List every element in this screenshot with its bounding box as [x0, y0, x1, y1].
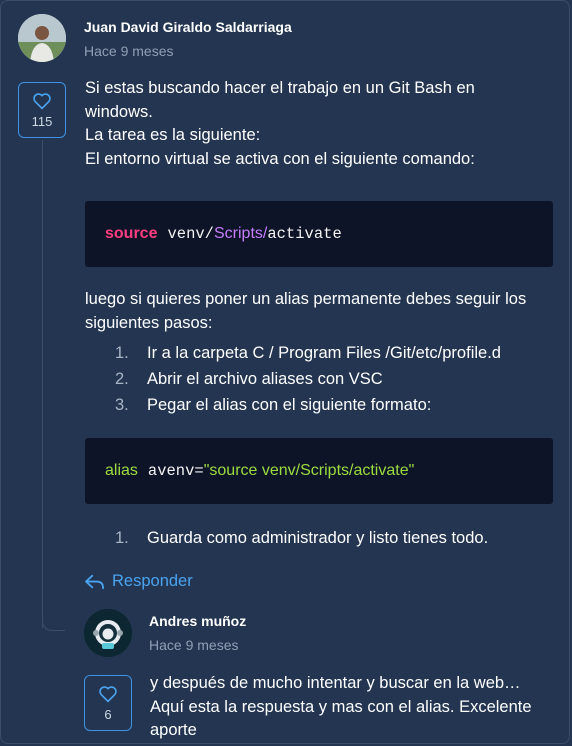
author-name[interactable]: Andres muñoz	[149, 613, 246, 629]
code-path-highlight: Scripts/	[213, 225, 268, 242]
list-text: Abrir el archivo aliases con VSC	[147, 370, 383, 388]
body-line: windows.	[85, 102, 153, 121]
like-count: 6	[104, 706, 112, 722]
thread-connector	[42, 612, 65, 631]
body-line: Si estas buscando hacer el trabajo en un…	[85, 79, 475, 97]
author-name[interactable]: Juan David Giraldo Saldarriaga	[84, 19, 292, 35]
avatar[interactable]	[18, 14, 66, 62]
like-button[interactable]: 115	[18, 82, 66, 138]
code-path: venv/	[167, 225, 214, 243]
like-button[interactable]: 6	[84, 675, 132, 731]
list-item: 2. Abrir el archivo aliases con VSC	[115, 370, 383, 389]
heart-icon	[99, 685, 117, 702]
list-text: Pegar el alias con el siguiente formato:	[147, 396, 432, 414]
list-item: 1. Guarda como administrador y listo tien…	[115, 529, 488, 548]
reply-label: Responder	[112, 572, 193, 590]
timestamp: Hace 9 meses	[84, 43, 174, 59]
list-text: Ir a la carpeta C / Program Files /Git/e…	[147, 344, 501, 362]
body-line: y después de mucho intentar y buscar en …	[150, 674, 521, 692]
body-line: Aquí esta la respuesta y mas con el alia…	[150, 697, 532, 716]
like-count: 115	[31, 113, 53, 129]
body-line: La tarea es la siguiente:	[85, 126, 261, 144]
list-number: 2.	[115, 370, 129, 388]
reply-body: y después de mucho intentar y buscar en …	[150, 672, 560, 743]
body-line: luego si quieres poner un alias permanen…	[85, 290, 527, 308]
list-number: 3.	[115, 396, 129, 414]
code-alias-name: avenv=	[147, 462, 204, 480]
reply-icon	[85, 574, 105, 589]
list-number: 1.	[115, 344, 129, 362]
list-number: 1.	[115, 529, 129, 547]
comment-body: Si estas buscando hacer el trabajo en un…	[85, 77, 555, 171]
code-block-activate: source venv/Scripts/activate	[85, 201, 553, 267]
body-line: El entorno virtual se activa con el sigu…	[85, 149, 475, 168]
thread-line	[42, 140, 43, 628]
comment-body-2: luego si quieres poner un alias permanen…	[85, 288, 555, 335]
code-keyword: source	[105, 225, 158, 242]
body-line: aporte	[150, 721, 197, 739]
code-keyword: alias	[105, 462, 138, 479]
code-path-end: activate	[267, 225, 342, 243]
list-item: 1. Ir a la carpeta C / Program Files /Git…	[115, 344, 501, 363]
reply-button[interactable]: Responder	[84, 572, 193, 591]
avatar[interactable]	[84, 609, 132, 657]
body-line: siguientes pasos:	[85, 313, 213, 332]
code-block-alias: alias avenv= "source venv/Scripts/activat…	[85, 438, 553, 504]
code-string: "source venv/Scripts/activate"	[203, 462, 415, 479]
list-text: Guarda como administrador y listo tienes…	[147, 529, 489, 547]
list-item: 3. Pegar el alias con el siguiente format…	[115, 396, 431, 415]
timestamp: Hace 9 meses	[149, 637, 239, 653]
heart-icon	[33, 92, 51, 109]
